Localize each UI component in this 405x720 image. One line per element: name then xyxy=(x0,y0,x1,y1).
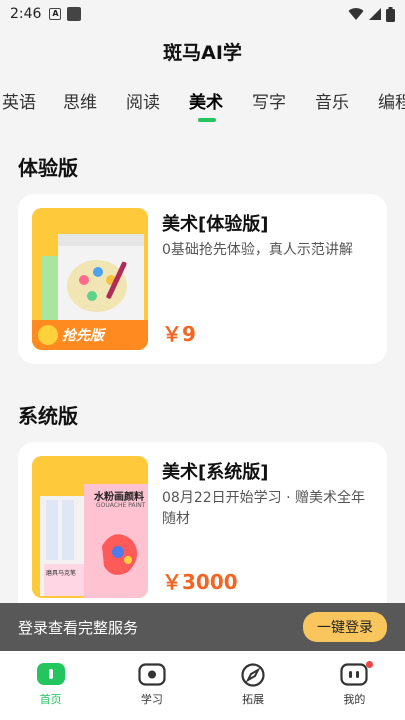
book-subtitle: GOUACHE PAINT xyxy=(96,502,146,509)
book-title: 水粉画颜料 xyxy=(94,492,144,503)
notification-dot xyxy=(365,661,373,668)
bottom-nav: 首页 学习 拓展 我的 xyxy=(0,651,405,720)
section-title-system: 系统版 xyxy=(18,404,78,428)
course-desc-trial: 0基础抢先体验，真人示范讲解 xyxy=(162,242,353,258)
notification-a-icon: A xyxy=(49,8,62,20)
explore-icon xyxy=(241,663,265,687)
status-bar: 2:46 A xyxy=(0,0,405,28)
course-card-trial[interactable]: 抢先版 美术[体验版] 0基础抢先体验，真人示范讲解 ￥9 xyxy=(18,194,387,364)
nav-study-label: 学习 xyxy=(140,693,163,706)
profile-icon xyxy=(340,663,368,686)
page-title: 斑马AI学 xyxy=(163,41,242,64)
notification-square-icon xyxy=(67,7,82,21)
trial-badge: 抢先版 xyxy=(62,328,104,344)
wifi-icon xyxy=(348,8,364,20)
course-price-trial: ￥9 xyxy=(162,322,196,346)
course-price-system: ￥3000 xyxy=(162,570,238,594)
tab-writing[interactable]: 写字 xyxy=(252,88,286,113)
course-desc-system: 08月22日开始学习 · 赠美术全年随材 xyxy=(162,490,365,527)
login-prompt-text: 登录查看完整服务 xyxy=(18,618,139,637)
tab-english[interactable]: 英语 xyxy=(2,88,36,113)
login-prompt-bar: 登录查看完整服务 一键登录 xyxy=(0,603,405,651)
tab-music[interactable]: 音乐 xyxy=(315,88,349,113)
one-click-login-button[interactable]: 一键登录 xyxy=(303,612,387,642)
course-thumbnail-trial: 抢先版 xyxy=(32,208,148,350)
tab-thinking[interactable]: 思维 xyxy=(63,88,97,113)
course-card-system[interactable]: 水粉画颜料 GOUACHE PAINT 磨具马克笔 美术[系统版] 08月22日… xyxy=(18,442,387,622)
section-title-trial: 体验版 xyxy=(18,156,78,180)
course-thumbnail-system: 水粉画颜料 GOUACHE PAINT 磨具马克笔 xyxy=(32,456,148,598)
nav-profile-label: 我的 xyxy=(343,693,366,706)
nav-home[interactable]: 首页 xyxy=(0,651,101,720)
nav-explore[interactable]: 拓展 xyxy=(203,651,304,720)
course-title-system: 美术[系统版] xyxy=(162,462,269,483)
battery-icon xyxy=(386,6,395,22)
book-small-label: 磨具马克笔 xyxy=(46,570,77,577)
study-icon xyxy=(138,663,166,686)
tab-reading[interactable]: 阅读 xyxy=(126,88,160,113)
nav-profile[interactable]: 我的 xyxy=(304,651,405,720)
course-title-trial: 美术[体验版] xyxy=(162,214,269,235)
tab-programming[interactable]: 编程 xyxy=(378,88,405,113)
nav-explore-label: 拓展 xyxy=(242,693,265,706)
category-tabs: 英语 思维 阅读 美术 写字 音乐 编程 xyxy=(0,82,405,122)
nav-study[interactable]: 学习 xyxy=(101,651,202,720)
nav-home-label: 首页 xyxy=(39,693,62,706)
tab-art[interactable]: 美术 xyxy=(189,88,223,113)
status-time: 2:46 xyxy=(10,6,42,22)
home-icon xyxy=(36,663,65,685)
active-tab-indicator xyxy=(198,118,216,122)
signal-icon xyxy=(369,8,381,20)
